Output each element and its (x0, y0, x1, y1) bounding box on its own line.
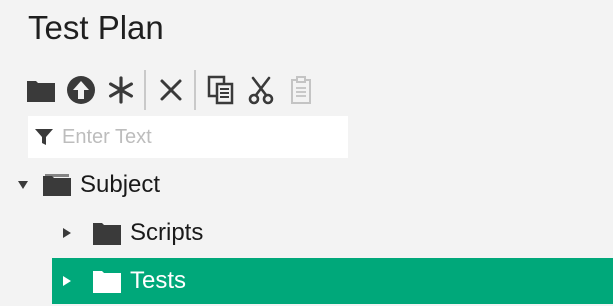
expanded-arrow-icon[interactable] (12, 179, 34, 191)
copy-button[interactable] (204, 72, 238, 108)
toolbar-separator (144, 70, 146, 110)
new-folder-button[interactable] (24, 72, 58, 108)
tree-node-label: Tests (130, 267, 187, 294)
tree-node-scripts[interactable]: Scripts (56, 212, 612, 254)
paste-button[interactable] (284, 72, 318, 108)
folder-icon (27, 81, 55, 102)
asterisk-icon (108, 76, 133, 104)
folder-icon (93, 271, 121, 293)
close-icon (160, 79, 182, 101)
scissors-icon (248, 76, 274, 105)
filter-box (28, 116, 348, 158)
filter-input[interactable] (58, 125, 326, 149)
upload-arrow-icon (67, 76, 95, 104)
clipboard-icon (291, 76, 311, 104)
folder-icon (43, 174, 71, 196)
page-title: Test Plan (28, 9, 164, 46)
tree-node-label: Scripts (130, 219, 204, 246)
toolbar-separator (194, 70, 196, 110)
cut-button[interactable] (244, 72, 278, 108)
tree-node-tests[interactable]: Tests (52, 258, 613, 304)
filter-icon[interactable] (30, 127, 58, 147)
tree-node-label: Subject (80, 171, 161, 198)
delete-button[interactable] (154, 72, 188, 108)
tree-node-subject[interactable]: Subject (12, 164, 612, 206)
folder-icon (93, 223, 121, 245)
collapsed-arrow-icon[interactable] (56, 275, 78, 287)
toolbar (24, 70, 324, 110)
new-test-button[interactable] (104, 72, 138, 108)
upload-button[interactable] (64, 72, 98, 108)
copy-icon (207, 75, 234, 105)
collapsed-arrow-icon[interactable] (56, 227, 78, 239)
